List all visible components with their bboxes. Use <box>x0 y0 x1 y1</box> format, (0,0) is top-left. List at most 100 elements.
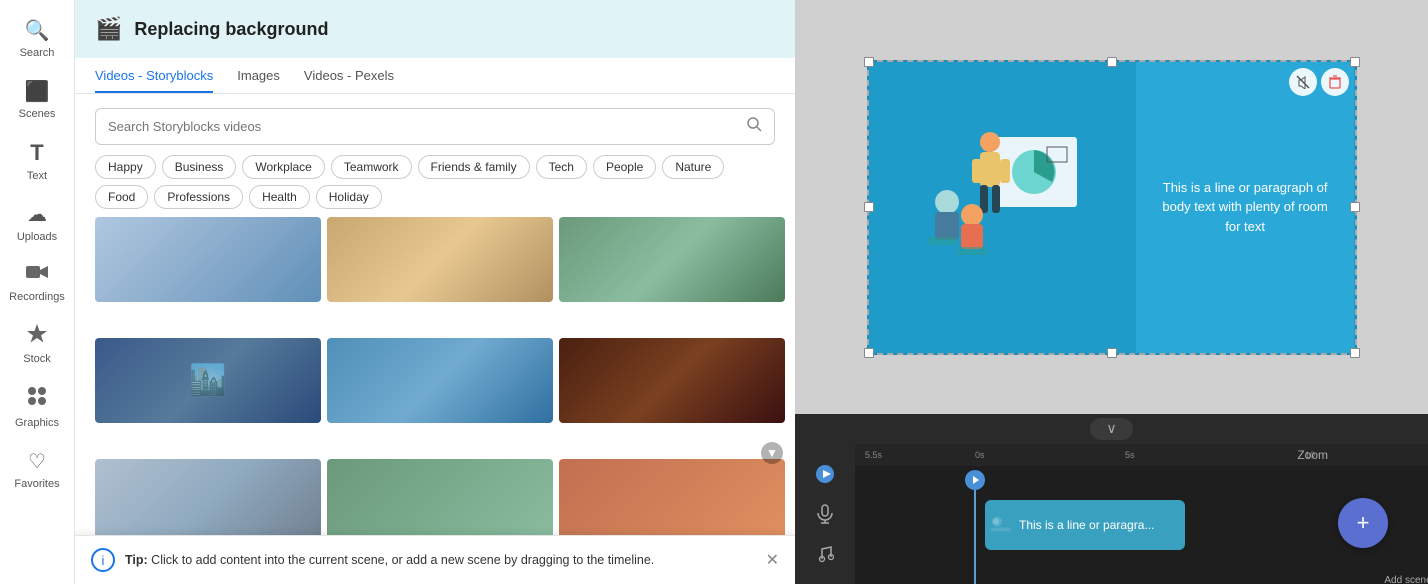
collapse-icon: ∨ <box>1106 420 1116 436</box>
resize-handle-bl[interactable] <box>864 348 874 358</box>
search-bar <box>95 108 775 145</box>
tags-row: Happy Business Workplace Teamwork Friend… <box>75 155 795 217</box>
tag-holiday[interactable]: Holiday <box>316 185 382 209</box>
tooltip-text: Tip: Click to add content into the curre… <box>125 553 756 567</box>
tooltip-bar: i Tip: Click to add content into the cur… <box>75 535 795 584</box>
mic-button[interactable] <box>809 498 841 530</box>
add-scene-button[interactable]: + <box>1338 498 1388 548</box>
sidebar-item-favorites[interactable]: ♡ Favorites <box>3 441 71 498</box>
sidebar-item-label: Favorites <box>14 478 59 490</box>
timeline-clip[interactable]: This is a line or paragra... <box>985 500 1185 550</box>
resize-handle-tr[interactable] <box>1350 57 1360 67</box>
resize-handle-ml[interactable] <box>864 202 874 212</box>
tab-pexels[interactable]: Videos - Pexels <box>304 68 394 93</box>
tooltip-close-button[interactable]: ✕ <box>766 550 779 570</box>
sidebar-item-label: Text <box>27 170 47 182</box>
sidebar: 🔍 Search ⬛ Scenes T Text ☁ Uploads Recor… <box>0 0 75 584</box>
tag-friends-family[interactable]: Friends & family <box>418 155 530 179</box>
sidebar-item-uploads[interactable]: ☁ Uploads <box>3 194 71 251</box>
tag-workplace[interactable]: Workplace <box>242 155 324 179</box>
add-icon: + <box>1357 510 1370 536</box>
play-button[interactable] <box>809 458 841 490</box>
scene-body-text: This is a line or paragraph of body text… <box>1156 178 1335 237</box>
tag-nature[interactable]: Nature <box>662 155 724 179</box>
stock-icon <box>26 323 48 349</box>
search-icon: 🔍 <box>25 18 50 43</box>
sidebar-item-search[interactable]: 🔍 Search <box>3 10 71 67</box>
panel-header-icon: 🎬 <box>95 16 122 42</box>
zoom-label: Zoom <box>1297 448 1328 462</box>
sidebar-item-label: Stock <box>23 353 51 365</box>
scene-illustration <box>869 62 1136 353</box>
clip-text: This is a line or paragra... <box>1019 518 1154 532</box>
tabs-bar: Videos - Storyblocks Images Videos - Pex… <box>75 58 795 94</box>
add-scene-label: Add scene <box>1384 575 1428 584</box>
resize-handle-bm[interactable] <box>1107 348 1117 358</box>
timeline: ∨ <box>795 414 1428 584</box>
main-panel: 🎬 Replacing background Videos - Storyblo… <box>75 0 795 584</box>
video-grid: 🏙️ <box>75 217 795 584</box>
tag-tech[interactable]: Tech <box>536 155 587 179</box>
sidebar-item-label: Graphics <box>15 417 59 429</box>
time-marker-5: 5s <box>1125 450 1135 460</box>
sidebar-item-label: Recordings <box>9 291 65 303</box>
sidebar-item-label: Search <box>20 47 55 59</box>
tag-teamwork[interactable]: Teamwork <box>331 155 412 179</box>
text-icon: T <box>30 140 43 166</box>
playhead[interactable] <box>965 466 985 584</box>
sidebar-item-scenes[interactable]: ⬛ Scenes <box>3 71 71 128</box>
video-thumb-3[interactable] <box>559 217 785 302</box>
video-thumb-1[interactable] <box>95 217 321 302</box>
tag-happy[interactable]: Happy <box>95 155 156 179</box>
video-thumb-5[interactable] <box>327 338 553 423</box>
sidebar-item-stock[interactable]: Stock <box>3 315 71 373</box>
resize-handle-tl[interactable] <box>864 57 874 67</box>
search-input[interactable] <box>108 119 739 134</box>
timeline-ruler: 5.5s 0s 5s 10 Zoom <box>855 444 1428 466</box>
favorites-icon: ♡ <box>28 449 46 474</box>
uploads-icon: ☁ <box>27 202 47 227</box>
video-thumb-9[interactable] <box>559 459 785 544</box>
timeline-body: 5.5s 0s 5s 10 Zoom <box>795 444 1428 584</box>
right-panel: This is a line or paragraph of body text… <box>795 0 1428 584</box>
video-thumb-2[interactable] <box>327 217 553 302</box>
time-marker-0: 0s <box>975 450 985 460</box>
resize-handle-tm[interactable] <box>1107 57 1117 67</box>
tag-business[interactable]: Business <box>162 155 237 179</box>
mute-button[interactable] <box>1289 68 1317 96</box>
tag-food[interactable]: Food <box>95 185 148 209</box>
tab-storyblocks[interactable]: Videos - Storyblocks <box>95 68 213 93</box>
delete-button[interactable] <box>1321 68 1349 96</box>
video-thumb-8[interactable] <box>327 459 553 544</box>
tag-professions[interactable]: Professions <box>154 185 243 209</box>
scene-toolbar <box>1289 68 1349 96</box>
scene-text-area: This is a line or paragraph of body text… <box>1136 62 1355 353</box>
resize-handle-br[interactable] <box>1350 348 1360 358</box>
timeline-collapse-button[interactable]: ∨ <box>1090 418 1132 440</box>
tab-images[interactable]: Images <box>237 68 280 93</box>
panel-header-title: Replacing background <box>134 19 328 40</box>
clip-icon <box>991 514 1011 537</box>
search-icon[interactable] <box>747 117 762 136</box>
video-thumb-6[interactable] <box>559 338 785 423</box>
panel-header: 🎬 Replacing background <box>75 0 795 58</box>
tag-health[interactable]: Health <box>249 185 310 209</box>
timeline-track-area: 5.5s 0s 5s 10 Zoom <box>855 444 1428 584</box>
scroll-down-button[interactable]: ▼ <box>761 442 783 464</box>
sidebar-item-graphics[interactable]: Graphics <box>3 377 71 437</box>
video-thumb-7[interactable] <box>95 459 321 544</box>
timeline-header: ∨ <box>795 414 1428 444</box>
scene-content: This is a line or paragraph of body text… <box>869 62 1355 353</box>
resize-handle-mr[interactable] <box>1350 202 1360 212</box>
music-button[interactable] <box>809 538 841 570</box>
tooltip-tip-label: Tip: <box>125 553 148 567</box>
tag-people[interactable]: People <box>593 155 656 179</box>
timeline-controls <box>795 444 855 584</box>
sidebar-item-text[interactable]: T Text <box>3 132 71 190</box>
preview-area: This is a line or paragraph of body text… <box>795 0 1428 414</box>
video-thumb-4[interactable]: 🏙️ <box>95 338 321 423</box>
scenes-icon: ⬛ <box>25 79 50 104</box>
sidebar-item-label: Uploads <box>17 231 57 243</box>
graphics-icon <box>26 385 48 413</box>
sidebar-item-recordings[interactable]: Recordings <box>3 255 71 311</box>
